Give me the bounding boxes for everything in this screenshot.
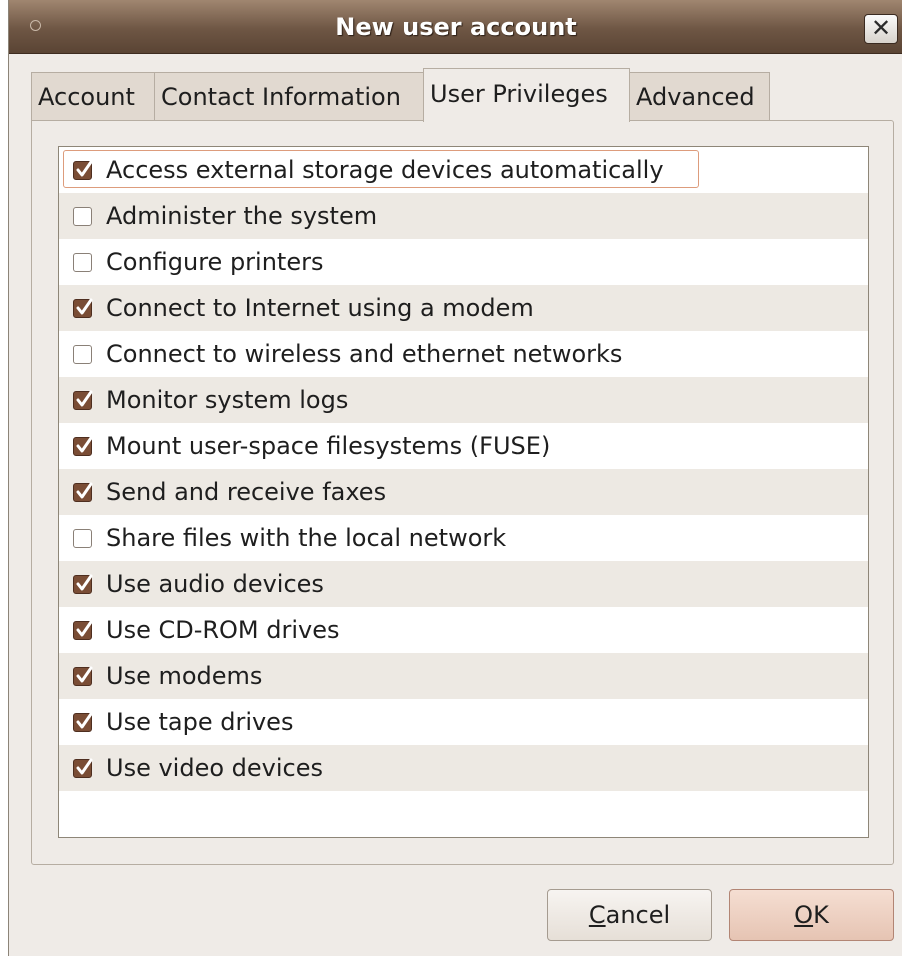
cancel-button[interactable]: Cancel [547,889,712,941]
privilege-label: Administer the system [106,202,378,230]
privilege-row[interactable]: Connect to Internet using a modem [59,285,868,331]
privilege-checkbox[interactable] [73,298,93,318]
privilege-checkbox[interactable] [73,574,93,594]
privilege-row[interactable]: Connect to wireless and ethernet network… [59,331,868,377]
tab-advanced[interactable]: Advanced [629,72,770,120]
privilege-row[interactable]: Use tape drives [59,699,868,745]
privilege-checkbox[interactable] [73,253,92,272]
privilege-checkbox[interactable] [73,390,93,410]
privilege-checkbox[interactable] [73,482,93,502]
privilege-row[interactable]: Configure printers [59,239,868,285]
privilege-row[interactable]: Mount user-space filesystems (FUSE) [59,423,868,469]
privilege-checkbox[interactable] [73,160,93,180]
privilege-row[interactable]: Use modems [59,653,868,699]
window-title: New user account [335,13,577,41]
privilege-label: Mount user-space filesystems (FUSE) [106,432,551,460]
privilege-label: Use audio devices [106,570,324,598]
title-bar[interactable]: New user account ✕ [9,0,902,54]
privilege-row[interactable]: Administer the system [59,193,868,239]
privilege-label: Connect to wireless and ethernet network… [106,340,623,368]
privilege-label: Access external storage devices automati… [106,156,664,184]
privilege-row[interactable]: Send and receive faxes [59,469,868,515]
privilege-row[interactable]: Use CD-ROM drives [59,607,868,653]
ok-label: K [813,901,829,929]
privilege-checkbox[interactable] [73,666,93,686]
privilege-label: Send and receive faxes [106,478,387,506]
privilege-checkbox[interactable] [73,529,92,548]
privilege-label: Use CD-ROM drives [106,616,340,644]
tab-user-privileges[interactable]: User Privileges [423,68,630,122]
privileges-list[interactable]: Access external storage devices automati… [58,146,869,838]
privilege-checkbox[interactable] [73,620,93,640]
cancel-label: ancel [605,901,671,929]
privilege-row[interactable]: Use audio devices [59,561,868,607]
privilege-label: Share files with the local network [106,524,507,552]
user-privileges-page: Access external storage devices automati… [31,120,894,865]
privilege-label: Use tape drives [106,708,294,736]
privilege-checkbox[interactable] [73,712,93,732]
privilege-label: Use modems [106,662,263,690]
privilege-row[interactable]: Share files with the local network [59,515,868,561]
close-button[interactable]: ✕ [864,14,898,44]
privilege-row[interactable]: Access external storage devices automati… [59,147,868,193]
tab-account[interactable]: Account [31,72,155,120]
dialog-window: New user account ✕ Account Contact Infor… [8,0,902,956]
ok-mnemonic: O [794,901,814,929]
privilege-row[interactable]: Monitor system logs [59,377,868,423]
privilege-label: Connect to Internet using a modem [106,294,534,322]
privilege-checkbox[interactable] [73,207,92,226]
ok-button[interactable]: OK [729,889,894,941]
tab-contact-information[interactable]: Contact Information [154,72,424,120]
cancel-mnemonic: C [588,901,606,929]
privilege-label: Monitor system logs [106,386,349,414]
privilege-checkbox[interactable] [73,345,92,364]
privilege-checkbox[interactable] [73,436,93,456]
privilege-checkbox[interactable] [73,758,93,778]
privilege-label: Use video devices [106,754,323,782]
privilege-label: Configure printers [106,248,324,276]
privilege-row[interactable]: Use video devices [59,745,868,791]
